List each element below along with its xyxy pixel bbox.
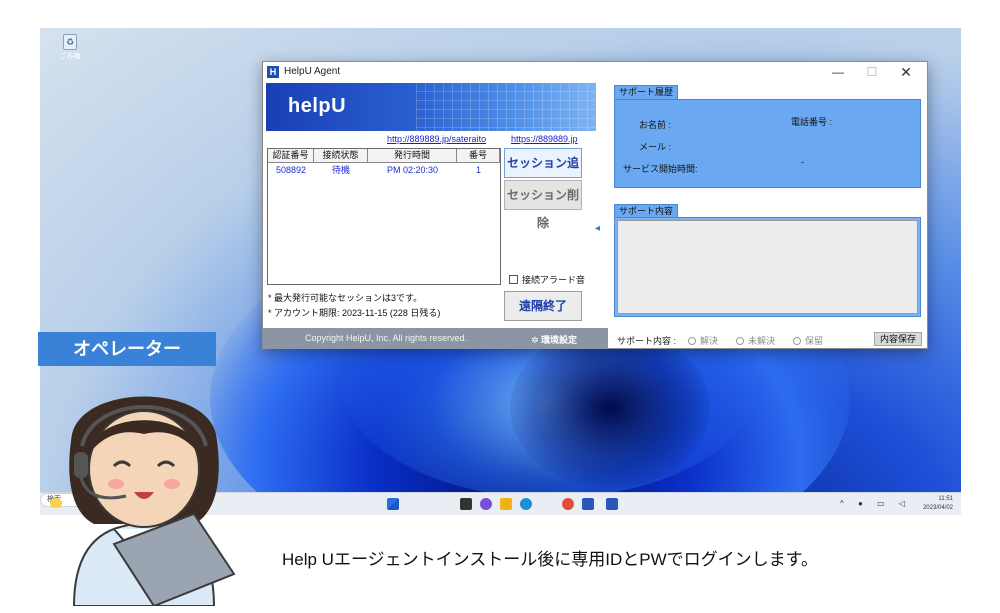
copyright-text: Copyright HelpU, Inc. All rights reserve… bbox=[305, 333, 468, 343]
wallpaper-bloom-core bbox=[510, 328, 710, 488]
helpu-banner: helpU bbox=[266, 83, 596, 131]
support-content-tab[interactable]: サポート内容 bbox=[614, 204, 679, 218]
recycle-bin-icon: ♻ bbox=[63, 34, 77, 50]
phone-label: 電話番号 : bbox=[791, 117, 833, 127]
sateraito-link[interactable]: http://889889.jp/sateraito bbox=[387, 134, 486, 144]
cell-auth-number: 508892 bbox=[275, 165, 307, 175]
system-tray[interactable]: ^ ● ▭ ◁ bbox=[840, 499, 911, 508]
cell-issued-time: PM 02:20:30 bbox=[386, 165, 439, 175]
clock-date: 2023/04/02 bbox=[922, 505, 953, 511]
alarm-label: 接続アラード音 bbox=[522, 275, 586, 285]
support-result-row: サポート内容 : 解決 未解決 保留 bbox=[617, 334, 841, 347]
max-session-note: * 最大発行可能なセッションは3です。 bbox=[268, 293, 423, 303]
task-view-icon[interactable] bbox=[460, 498, 472, 510]
column-header-number: 番号 bbox=[457, 149, 500, 163]
file-explorer-icon[interactable] bbox=[500, 498, 512, 510]
name-label: お名前 : bbox=[639, 120, 672, 130]
clock-time: 11:51 bbox=[938, 496, 953, 502]
service-start-label: サービス開始時間: bbox=[623, 164, 698, 174]
cell-status: 待機 bbox=[331, 165, 350, 175]
helpu-agent-window: H HelpU Agent — ☐ ✕ helpU http://889889.… bbox=[262, 61, 928, 349]
operator-illustration bbox=[69, 396, 236, 606]
alarm-checkbox[interactable] bbox=[509, 275, 518, 284]
pending-label: 保留 bbox=[805, 336, 824, 346]
table-row[interactable]: 508892 待機 PM 02:20:30 1 bbox=[268, 163, 500, 177]
helpu-site-link[interactable]: https://889889.jp bbox=[511, 134, 578, 144]
support-history-panel: お名前 : 電話番号 : メール : サービス開始時間: - bbox=[614, 99, 921, 188]
resolved-radio[interactable]: 解決 bbox=[688, 334, 718, 347]
helpu-agent-taskbar-icon[interactable] bbox=[606, 498, 618, 510]
column-header-status: 接続状態 bbox=[314, 149, 368, 163]
session-table: 認証番号 接続状態 発行時間 番号 508892 待機 PM 02:20:30 … bbox=[267, 148, 501, 285]
cell-number: 1 bbox=[475, 165, 481, 175]
maximize-button[interactable]: ☐ bbox=[855, 63, 889, 81]
edge-icon[interactable] bbox=[520, 498, 532, 510]
app-icon: H bbox=[267, 66, 279, 78]
window-footer: Copyright HelpU, Inc. All rights reserve… bbox=[263, 328, 608, 349]
unresolved-label: 未解決 bbox=[748, 336, 776, 346]
caption-text: Help Uエージェントインストール後に専用IDとPWでログインします。 bbox=[282, 550, 818, 569]
recycle-bin[interactable]: ♻ ごみ箱 bbox=[55, 34, 85, 61]
add-session-button[interactable]: セッション追加 bbox=[504, 148, 582, 198]
account-expiry-note: * アカウント期限: 2023-11-15 (228 日残る) bbox=[268, 308, 441, 318]
unresolved-radio[interactable]: 未解決 bbox=[736, 334, 775, 347]
title-bar[interactable]: H HelpU Agent — ☐ ✕ bbox=[263, 62, 927, 82]
column-header-issued-time: 発行時間 bbox=[368, 149, 457, 163]
radio-circle bbox=[736, 336, 745, 345]
support-content-textarea[interactable] bbox=[617, 220, 918, 314]
radio-circle bbox=[793, 336, 802, 345]
recycle-bin-label: ごみ箱 bbox=[59, 53, 81, 60]
helpu-logo: helpU bbox=[288, 95, 347, 117]
radio-circle bbox=[688, 336, 697, 345]
pending-radio[interactable]: 保留 bbox=[793, 334, 823, 347]
minimize-button[interactable]: — bbox=[821, 63, 855, 81]
delete-session-button[interactable]: セッション削除 bbox=[504, 180, 582, 230]
support-content-panel bbox=[614, 217, 921, 317]
mail-label: メール : bbox=[639, 142, 672, 152]
end-remote-button[interactable]: 遠隔終了 bbox=[504, 291, 582, 321]
chat-icon[interactable] bbox=[480, 498, 492, 510]
settings-button[interactable]: ✲ 環境設定 bbox=[531, 333, 577, 346]
resolved-label: 解決 bbox=[700, 336, 719, 346]
start-icon[interactable] bbox=[387, 498, 399, 510]
banner-pattern bbox=[416, 83, 596, 131]
window-title: HelpU Agent bbox=[284, 66, 341, 77]
service-start-value: - bbox=[801, 157, 804, 167]
support-history-tab[interactable]: サポート履歴 bbox=[614, 85, 679, 99]
operator-label: オペレーター bbox=[38, 332, 216, 366]
helpu-taskbar-icon[interactable] bbox=[582, 498, 594, 510]
close-button[interactable]: ✕ bbox=[889, 63, 923, 81]
clock[interactable]: 11:51 2023/04/02 bbox=[923, 495, 953, 513]
chrome-icon[interactable] bbox=[562, 498, 574, 510]
table-header: 認証番号 接続状態 発行時間 番号 bbox=[268, 149, 500, 163]
support-result-label: サポート内容 : bbox=[617, 336, 677, 346]
collapse-arrow-icon[interactable]: ◂ bbox=[595, 223, 600, 234]
alarm-checkbox-row[interactable]: 接続アラード音 bbox=[509, 273, 585, 286]
column-header-auth-number: 認証番号 bbox=[268, 149, 314, 163]
save-content-button[interactable]: 内容保存 bbox=[874, 332, 922, 346]
